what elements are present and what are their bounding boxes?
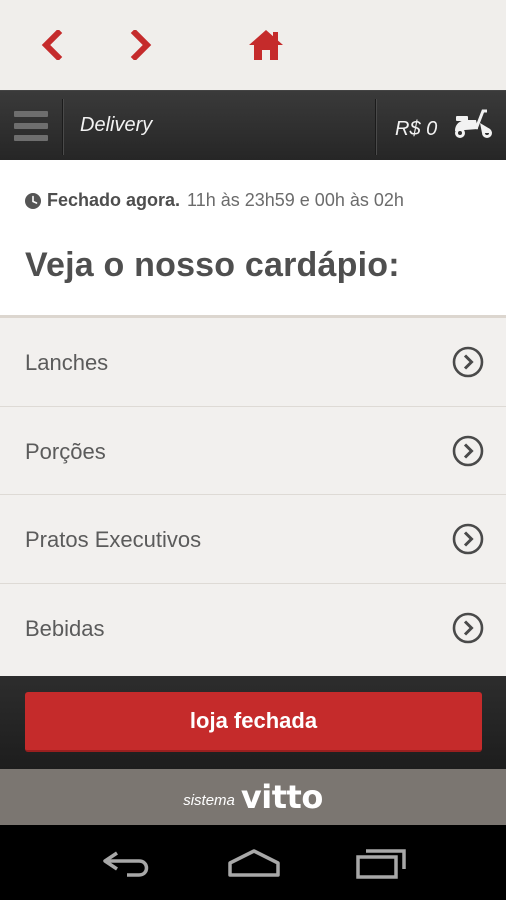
chevron-left-icon [41,30,63,60]
chevron-circle-right-icon [452,612,484,643]
app-header: Delivery R$ 0 [0,90,506,160]
menu-item-label: Porções [25,438,106,464]
menu-item-label: Lanches [25,350,109,375]
top-nav-bar [0,0,506,90]
chevron-circle-right-icon [452,435,484,466]
brand-footer: sistema vitto [0,769,506,825]
header-divider [62,99,64,155]
chevron-right-icon [130,30,152,60]
hours-card: Fechado agora. 11h às 23h59 e 00h às 02h… [0,160,506,318]
back-button[interactable] [32,25,72,65]
header-title: Delivery [80,114,153,136]
menu-item-label: Bebidas [25,615,105,641]
chevron-circle-right-icon [452,523,484,555]
menu-item-porcoes[interactable]: Porções [0,406,506,495]
brand-prefix: sistema [183,791,235,809]
header-divider [375,99,377,155]
menu-item-pratos-executivos[interactable]: Pratos Executivos [0,495,506,584]
chevron-circle-right-icon [452,346,484,378]
home-button[interactable] [246,25,286,65]
recent-apps-icon[interactable] [352,843,412,883]
menu-category-list: Lanches Porções Pratos Executivos Bebida… [0,318,506,672]
brand-logo: vitto [240,778,323,816]
clock-icon [25,192,41,209]
opening-hours: 11h às 23h59 e 00h às 02h [187,190,404,210]
menu-item-lanches[interactable]: Lanches [0,318,506,407]
home-icon [249,30,283,60]
hours-line: Fechado agora. 11h às 23h59 e 00h às 02h [25,190,404,211]
menu-item-label: Pratos Executivos [25,527,202,552]
store-closed-button[interactable]: loja fechada [25,692,482,752]
system-nav-bar [0,825,506,900]
forward-button[interactable] [121,25,161,65]
cart-total[interactable]: R$ 0 [395,118,437,141]
scooter-icon[interactable] [452,107,494,141]
page-title: Veja o nosso cardápio: [25,246,400,284]
hamburger-icon[interactable] [0,91,62,161]
menu-item-bebidas[interactable]: Bebidas [0,583,506,672]
store-status: Fechado agora. [47,190,181,210]
home-outline-icon[interactable] [224,843,284,883]
back-arrow-icon[interactable] [97,843,157,883]
footer-bar: loja fechada [0,676,506,769]
